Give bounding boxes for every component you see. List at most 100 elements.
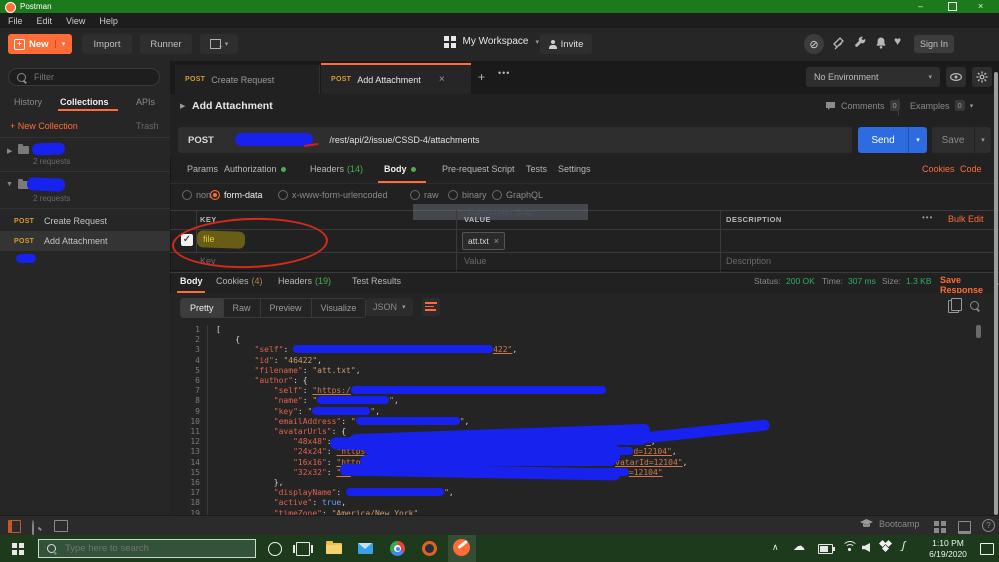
- tab-headers[interactable]: Headers (14): [310, 164, 363, 174]
- response-tab-cookies[interactable]: Cookies (4): [216, 276, 263, 286]
- format-select[interactable]: JSON ▾: [366, 298, 413, 316]
- tab-history[interactable]: History: [14, 97, 42, 107]
- response-tab-test-results[interactable]: Test Results: [352, 276, 401, 286]
- collection-item-1[interactable]: ▶ 2 requests: [0, 139, 170, 172]
- search-response-icon[interactable]: [970, 301, 979, 310]
- new-button[interactable]: + New ▾: [8, 34, 72, 54]
- send-button[interactable]: Send ▾: [858, 127, 927, 153]
- tab-body[interactable]: Body: [384, 164, 416, 174]
- filter-box[interactable]: [8, 68, 160, 86]
- onedrive-cloud-icon[interactable]: ☁: [793, 539, 805, 553]
- open-new-button[interactable]: + ▾: [200, 34, 238, 54]
- chevron-right-icon[interactable]: ▶: [7, 147, 12, 155]
- start-button[interactable]: [12, 543, 24, 555]
- url-field[interactable]: POST ▾ /rest/api/2/issue/CSSD-4/attachme…: [178, 127, 852, 153]
- browser-ring-icon[interactable]: [422, 541, 437, 556]
- view-visualize[interactable]: Visualize: [310, 299, 366, 317]
- sidebar-request-attachment[interactable]: POST Add Attachment: [0, 231, 170, 251]
- cookies-link[interactable]: Cookies: [922, 164, 955, 174]
- close-button[interactable]: ×: [978, 1, 983, 11]
- radio-form-data[interactable]: form-data: [210, 190, 263, 200]
- console-icon[interactable]: [54, 520, 68, 532]
- comments-button[interactable]: Comments 0: [825, 100, 900, 111]
- view-pretty[interactable]: Pretty: [181, 299, 223, 317]
- send-caret[interactable]: ▾: [908, 127, 927, 153]
- import-button[interactable]: Import: [82, 34, 132, 54]
- view-raw[interactable]: Raw: [222, 299, 260, 317]
- mail-icon[interactable]: [358, 543, 373, 554]
- minimize-button[interactable]: –: [918, 1, 923, 11]
- expand-caret-icon[interactable]: ▶: [180, 102, 185, 110]
- filter-input[interactable]: [32, 71, 136, 83]
- heart-icon[interactable]: ♥: [894, 34, 901, 48]
- code-link[interactable]: Code: [960, 164, 982, 174]
- radio-urlencoded[interactable]: x-www-form-urlencoded: [278, 190, 388, 200]
- table-options-icon[interactable]: •••: [922, 213, 933, 222]
- tab-create-request[interactable]: POST Create Request: [175, 65, 320, 94]
- new-collection-button[interactable]: + New Collection: [10, 121, 78, 131]
- chrome-icon[interactable]: [390, 541, 405, 556]
- settings-button[interactable]: [972, 67, 992, 87]
- code-scrollbar-thumb[interactable]: [976, 325, 981, 338]
- sidebar-toggle-icon[interactable]: [8, 520, 21, 533]
- trash-button[interactable]: Trash: [136, 121, 159, 131]
- response-tab-headers[interactable]: Headers (19): [278, 276, 331, 286]
- collection-item-2[interactable]: ▼ 2 requests: [0, 172, 170, 209]
- radio-binary[interactable]: binary: [448, 190, 487, 200]
- volume-icon[interactable]: [862, 543, 870, 552]
- satellite-icon[interactable]: [832, 36, 846, 50]
- value-placeholder[interactable]: Value: [464, 256, 486, 266]
- examples-button[interactable]: Examples 0 ▾: [910, 100, 973, 111]
- menu-view[interactable]: View: [66, 16, 85, 26]
- action-center-icon[interactable]: [980, 543, 994, 555]
- radio-graphql[interactable]: GraphQL: [492, 190, 543, 200]
- invite-button[interactable]: Invite: [540, 34, 592, 54]
- tray-chevron-icon[interactable]: ∧: [772, 542, 779, 553]
- taskbar-search-box[interactable]: [38, 539, 256, 558]
- app-scrollbar[interactable]: [994, 72, 998, 515]
- tab-apis[interactable]: APIs: [136, 97, 155, 107]
- tab-settings[interactable]: Settings: [558, 164, 591, 174]
- clock[interactable]: 1:10 PM 6/19/2020: [922, 538, 974, 559]
- sync-disabled-icon[interactable]: ⊘: [804, 34, 824, 54]
- file-chip[interactable]: att.txt ×: [462, 232, 506, 250]
- radio-raw[interactable]: raw: [410, 190, 439, 200]
- maximize-button[interactable]: [948, 2, 957, 11]
- tab-prerequest[interactable]: Pre-request Script: [442, 164, 515, 174]
- save-response-button[interactable]: Save Response ▾: [940, 275, 999, 295]
- copy-icon[interactable]: [948, 298, 962, 313]
- wifi-icon[interactable]: [842, 541, 856, 553]
- workspace-switcher[interactable]: My Workspace ▾: [444, 36, 539, 48]
- save-button[interactable]: Save ▾: [932, 127, 991, 153]
- wrench-icon[interactable]: [854, 36, 868, 50]
- battery-icon[interactable]: [818, 544, 835, 554]
- task-view-icon[interactable]: [293, 542, 313, 556]
- runner-button[interactable]: Runner: [140, 34, 192, 54]
- chevron-down-icon[interactable]: ▼: [6, 181, 13, 188]
- tab-collections[interactable]: Collections: [60, 97, 109, 107]
- tab-options-button[interactable]: •••: [498, 68, 510, 78]
- menu-file[interactable]: File: [8, 16, 23, 26]
- wrap-text-icon[interactable]: [422, 298, 440, 316]
- save-caret[interactable]: ▾: [974, 127, 991, 153]
- taskbar-search-input[interactable]: [63, 542, 227, 555]
- method-select[interactable]: POST: [188, 135, 214, 146]
- new-dropdown-caret[interactable]: ▾: [54, 40, 72, 48]
- shortcuts-icon[interactable]: [958, 521, 971, 534]
- tab-params[interactable]: Params: [187, 164, 218, 174]
- environment-select[interactable]: No Environment ▾: [806, 67, 940, 87]
- close-tab-icon[interactable]: ×: [439, 74, 445, 85]
- tab-tests[interactable]: Tests: [526, 164, 547, 174]
- description-placeholder[interactable]: Description: [726, 256, 771, 266]
- menu-help[interactable]: Help: [99, 16, 118, 26]
- new-tab-button[interactable]: +: [478, 70, 485, 84]
- help-icon[interactable]: ?: [982, 519, 995, 532]
- bell-icon[interactable]: [874, 36, 888, 50]
- bulk-edit-button[interactable]: Bulk Edit: [948, 214, 984, 224]
- view-preview[interactable]: Preview: [259, 299, 311, 317]
- response-tab-body[interactable]: Body: [180, 276, 203, 286]
- tab-add-attachment[interactable]: POST Add Attachment ×: [321, 63, 471, 94]
- postman-taskbar-button[interactable]: [448, 535, 476, 562]
- sidebar-request-create[interactable]: POST Create Request: [0, 211, 170, 231]
- two-pane-icon[interactable]: [934, 521, 946, 533]
